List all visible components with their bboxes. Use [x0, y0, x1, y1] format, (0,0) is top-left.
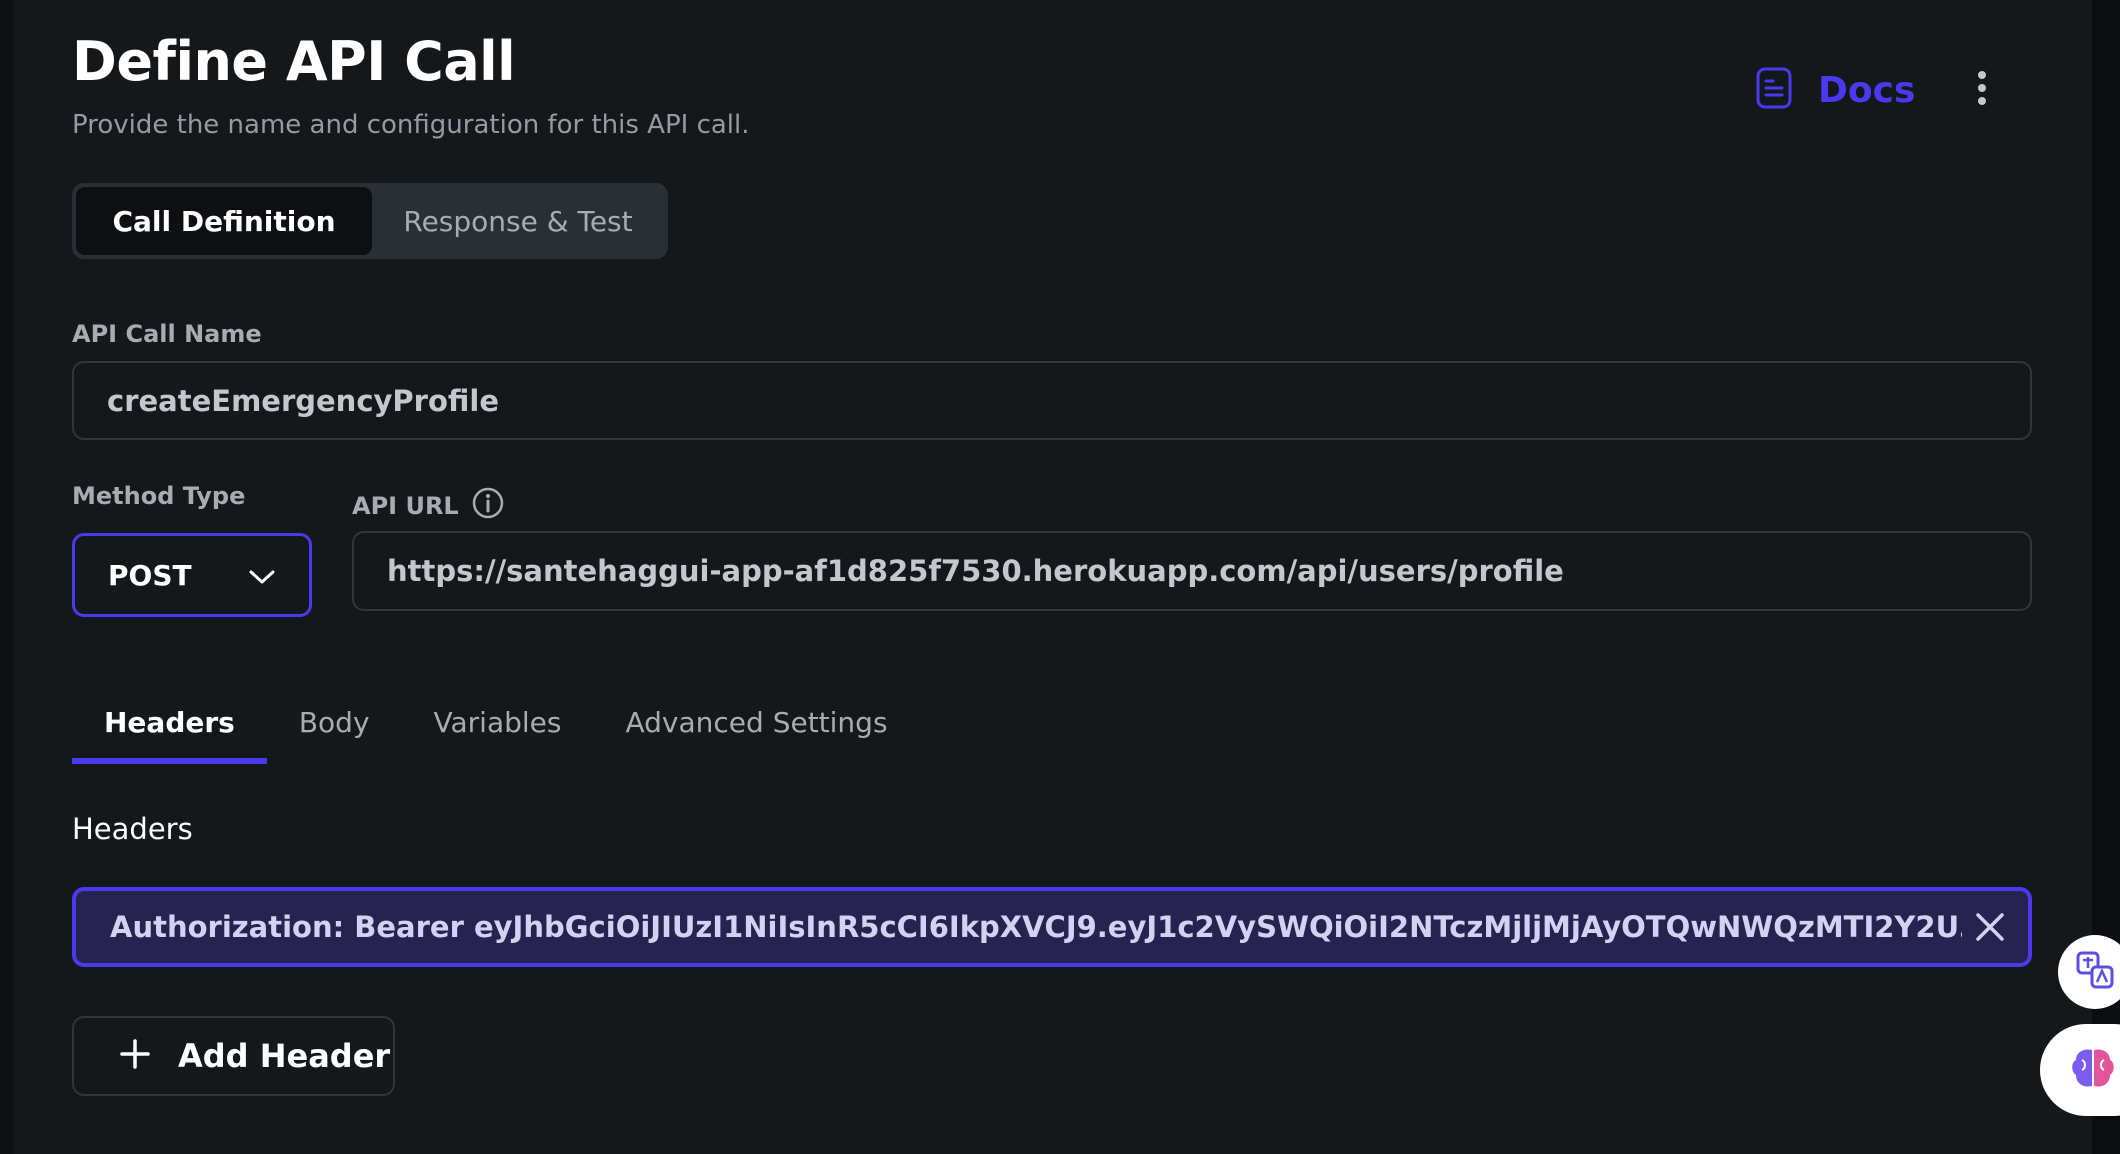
config-tabs: Headers Body Variables Advanced Settings: [72, 680, 920, 764]
docs-link[interactable]: Docs: [1756, 66, 1915, 114]
header-entry[interactable]: Authorization: Bearer eyJhbGciOiJIUzI1Ni…: [72, 887, 2032, 967]
page-title: Define API Call: [72, 30, 516, 93]
info-icon[interactable]: [471, 486, 505, 526]
tab-variables[interactable]: Variables: [402, 680, 594, 764]
add-header-button[interactable]: Add Header: [72, 1016, 395, 1096]
tab-response-test[interactable]: Response & Test: [372, 187, 664, 255]
chevron-down-icon: [249, 559, 275, 592]
method-type-label: Method Type: [72, 482, 246, 510]
tab-headers[interactable]: Headers: [72, 680, 267, 764]
api-url-label-row: API URL: [352, 486, 505, 526]
docs-icon: [1756, 67, 1792, 113]
api-call-name-label: API Call Name: [72, 320, 262, 348]
api-call-name-input[interactable]: createEmergencyProfile: [72, 361, 2032, 440]
api-call-name-value: createEmergencyProfile: [107, 383, 500, 418]
header-entry-text: Authorization: Bearer eyJhbGciOiJIUzI1Ni…: [110, 910, 1962, 944]
method-type-select[interactable]: POST: [72, 533, 312, 617]
translate-icon: [2074, 949, 2116, 995]
more-vertical-icon: [1976, 70, 1988, 110]
method-type-value: POST: [108, 558, 192, 592]
more-menu-button[interactable]: [1966, 68, 1998, 112]
page-subtitle: Provide the name and configuration for t…: [72, 110, 750, 140]
plus-icon: [120, 1039, 150, 1073]
api-url-value: https://santehaggui-app-af1d825f7530.her…: [387, 554, 1564, 588]
headers-section-title: Headers: [72, 812, 193, 846]
view-toggle: Call Definition Response & Test: [72, 183, 668, 259]
tab-advanced-settings[interactable]: Advanced Settings: [593, 680, 919, 764]
tab-body[interactable]: Body: [267, 680, 402, 764]
add-header-label: Add Header: [178, 1037, 391, 1075]
brain-icon: [2068, 1044, 2118, 1096]
api-url-label: API URL: [352, 492, 459, 520]
tab-call-definition[interactable]: Call Definition: [76, 187, 372, 255]
close-icon[interactable]: [1970, 907, 2010, 947]
docs-label: Docs: [1818, 69, 1916, 111]
api-url-input[interactable]: https://santehaggui-app-af1d825f7530.her…: [352, 531, 2032, 611]
